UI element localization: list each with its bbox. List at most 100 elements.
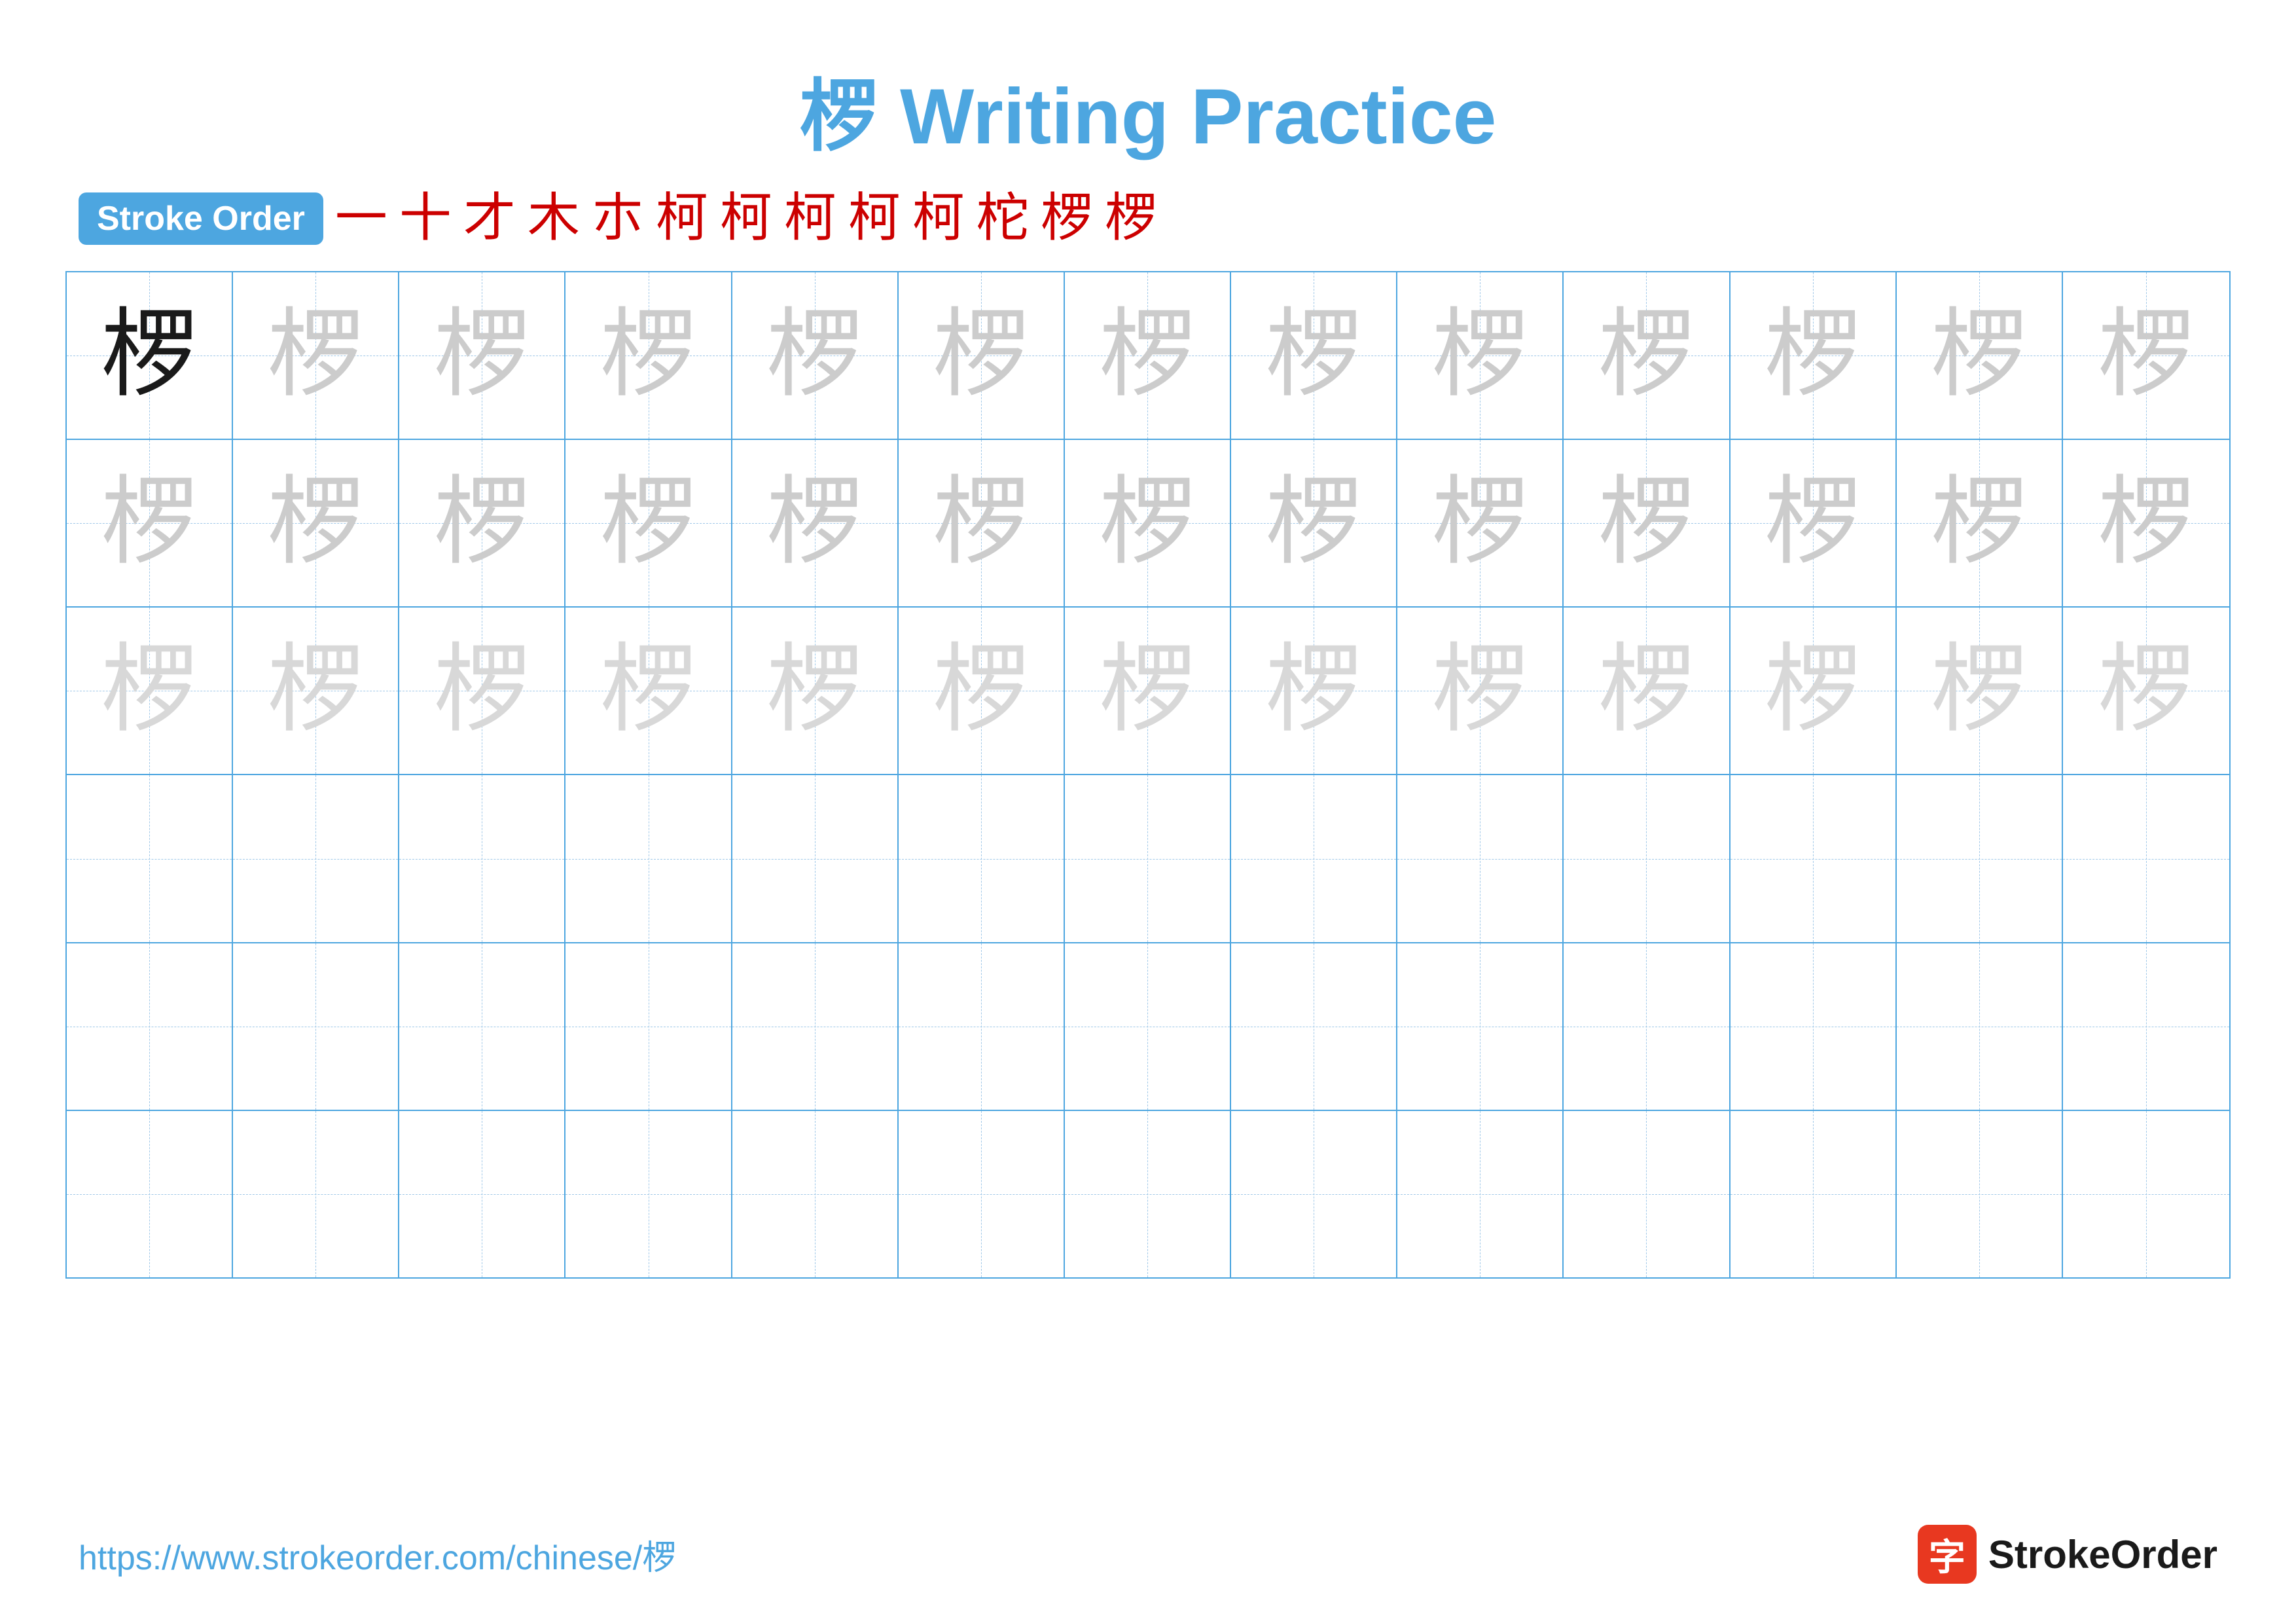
cell-5-5[interactable]	[732, 943, 899, 1110]
cell-6-8[interactable]	[1231, 1111, 1397, 1277]
cell-6-11[interactable]	[1731, 1111, 1897, 1277]
grid-row-2: 椤 椤 椤 椤 椤 椤 椤 椤 椤 椤 椤 椤 椤	[67, 440, 2229, 608]
stroke-6: 柯	[656, 192, 708, 245]
cell-3-8: 椤	[1231, 608, 1397, 774]
cell-5-8[interactable]	[1231, 943, 1397, 1110]
cell-1-12: 椤	[1897, 272, 2063, 439]
cell-3-12: 椤	[1897, 608, 2063, 774]
stroke-13: 椤	[1105, 192, 1157, 245]
practice-grid: 椤 椤 椤 椤 椤 椤 椤 椤 椤 椤 椤 椤 椤 椤 椤 椤 椤 椤 椤 椤 …	[65, 271, 2231, 1279]
stroke-order-badge: Stroke Order	[79, 192, 323, 245]
cell-5-1[interactable]	[67, 943, 233, 1110]
stroke-10: 柯	[912, 192, 965, 245]
cell-4-5[interactable]	[732, 775, 899, 941]
stroke-5: 朩	[592, 192, 644, 245]
cell-1-1: 椤	[67, 272, 233, 439]
footer-logo: 字 StrokeOrder	[1918, 1525, 2217, 1584]
cell-5-10[interactable]	[1564, 943, 1730, 1110]
cell-4-10[interactable]	[1564, 775, 1730, 941]
stroke-order-row: Stroke Order 一 十 才 木 朩 柯 柯 柯 柯 柯 柁 椤 椤	[0, 192, 2296, 271]
cell-6-13[interactable]	[2063, 1111, 2229, 1277]
cell-2-3: 椤	[399, 440, 565, 606]
cell-6-10[interactable]	[1564, 1111, 1730, 1277]
cell-2-4: 椤	[565, 440, 732, 606]
cell-3-11: 椤	[1731, 608, 1897, 774]
cell-3-10: 椤	[1564, 608, 1730, 774]
cell-1-11: 椤	[1731, 272, 1897, 439]
cell-3-5: 椤	[732, 608, 899, 774]
grid-row-4	[67, 775, 2229, 943]
cell-1-10: 椤	[1564, 272, 1730, 439]
cell-6-2[interactable]	[233, 1111, 399, 1277]
cell-1-9: 椤	[1397, 272, 1564, 439]
cell-4-2[interactable]	[233, 775, 399, 941]
cell-4-1[interactable]	[67, 775, 233, 941]
stroke-1: 一	[335, 192, 387, 245]
cell-5-11[interactable]	[1731, 943, 1897, 1110]
cell-2-10: 椤	[1564, 440, 1730, 606]
cell-3-4: 椤	[565, 608, 732, 774]
cell-5-6[interactable]	[899, 943, 1065, 1110]
cell-6-5[interactable]	[732, 1111, 899, 1277]
stroke-2: 十	[399, 192, 452, 245]
page-title: 椤 Writing Practice	[0, 0, 2296, 192]
cell-1-8: 椤	[1231, 272, 1397, 439]
stroke-4: 木	[528, 192, 580, 245]
stroke-11: 柁	[977, 192, 1029, 245]
cell-1-5: 椤	[732, 272, 899, 439]
cell-6-6[interactable]	[899, 1111, 1065, 1277]
cell-5-4[interactable]	[565, 943, 732, 1110]
cell-4-4[interactable]	[565, 775, 732, 941]
cell-4-11[interactable]	[1731, 775, 1897, 941]
cell-4-8[interactable]	[1231, 775, 1397, 941]
cell-5-13[interactable]	[2063, 943, 2229, 1110]
cell-3-6: 椤	[899, 608, 1065, 774]
cell-2-9: 椤	[1397, 440, 1564, 606]
cell-3-7: 椤	[1065, 608, 1231, 774]
cell-2-5: 椤	[732, 440, 899, 606]
cell-2-7: 椤	[1065, 440, 1231, 606]
cell-2-6: 椤	[899, 440, 1065, 606]
cell-5-12[interactable]	[1897, 943, 2063, 1110]
cell-2-11: 椤	[1731, 440, 1897, 606]
stroke-12: 椤	[1041, 192, 1093, 245]
cell-6-4[interactable]	[565, 1111, 732, 1277]
cell-2-1: 椤	[67, 440, 233, 606]
grid-row-6	[67, 1111, 2229, 1277]
cell-6-9[interactable]	[1397, 1111, 1564, 1277]
cell-4-3[interactable]	[399, 775, 565, 941]
strokeorder-logo-text: StrokeOrder	[1988, 1532, 2217, 1577]
stroke-3: 才	[463, 192, 516, 245]
footer-url: https://www.strokeorder.com/chinese/椤	[79, 1530, 676, 1579]
cell-2-2: 椤	[233, 440, 399, 606]
cell-4-7[interactable]	[1065, 775, 1231, 941]
cell-6-12[interactable]	[1897, 1111, 2063, 1277]
cell-5-3[interactable]	[399, 943, 565, 1110]
cell-6-7[interactable]	[1065, 1111, 1231, 1277]
stroke-7: 柯	[720, 192, 772, 245]
cell-5-2[interactable]	[233, 943, 399, 1110]
cell-4-6[interactable]	[899, 775, 1065, 941]
cell-4-9[interactable]	[1397, 775, 1564, 941]
stroke-9: 柯	[848, 192, 901, 245]
cell-1-7: 椤	[1065, 272, 1231, 439]
footer: https://www.strokeorder.com/chinese/椤 字 …	[0, 1525, 2296, 1584]
grid-row-5	[67, 943, 2229, 1111]
cell-6-1[interactable]	[67, 1111, 233, 1277]
cell-6-3[interactable]	[399, 1111, 565, 1277]
cell-5-9[interactable]	[1397, 943, 1564, 1110]
cell-3-9: 椤	[1397, 608, 1564, 774]
cell-1-3: 椤	[399, 272, 565, 439]
cell-5-7[interactable]	[1065, 943, 1231, 1110]
cell-1-2: 椤	[233, 272, 399, 439]
strokeorder-logo-icon: 字	[1918, 1525, 1977, 1584]
cell-3-3: 椤	[399, 608, 565, 774]
cell-2-8: 椤	[1231, 440, 1397, 606]
grid-row-1: 椤 椤 椤 椤 椤 椤 椤 椤 椤 椤 椤 椤 椤	[67, 272, 2229, 440]
cell-2-13: 椤	[2063, 440, 2229, 606]
cell-4-13[interactable]	[2063, 775, 2229, 941]
cell-4-12[interactable]	[1897, 775, 2063, 941]
cell-3-1: 椤	[67, 608, 233, 774]
cell-1-4: 椤	[565, 272, 732, 439]
cell-2-12: 椤	[1897, 440, 2063, 606]
